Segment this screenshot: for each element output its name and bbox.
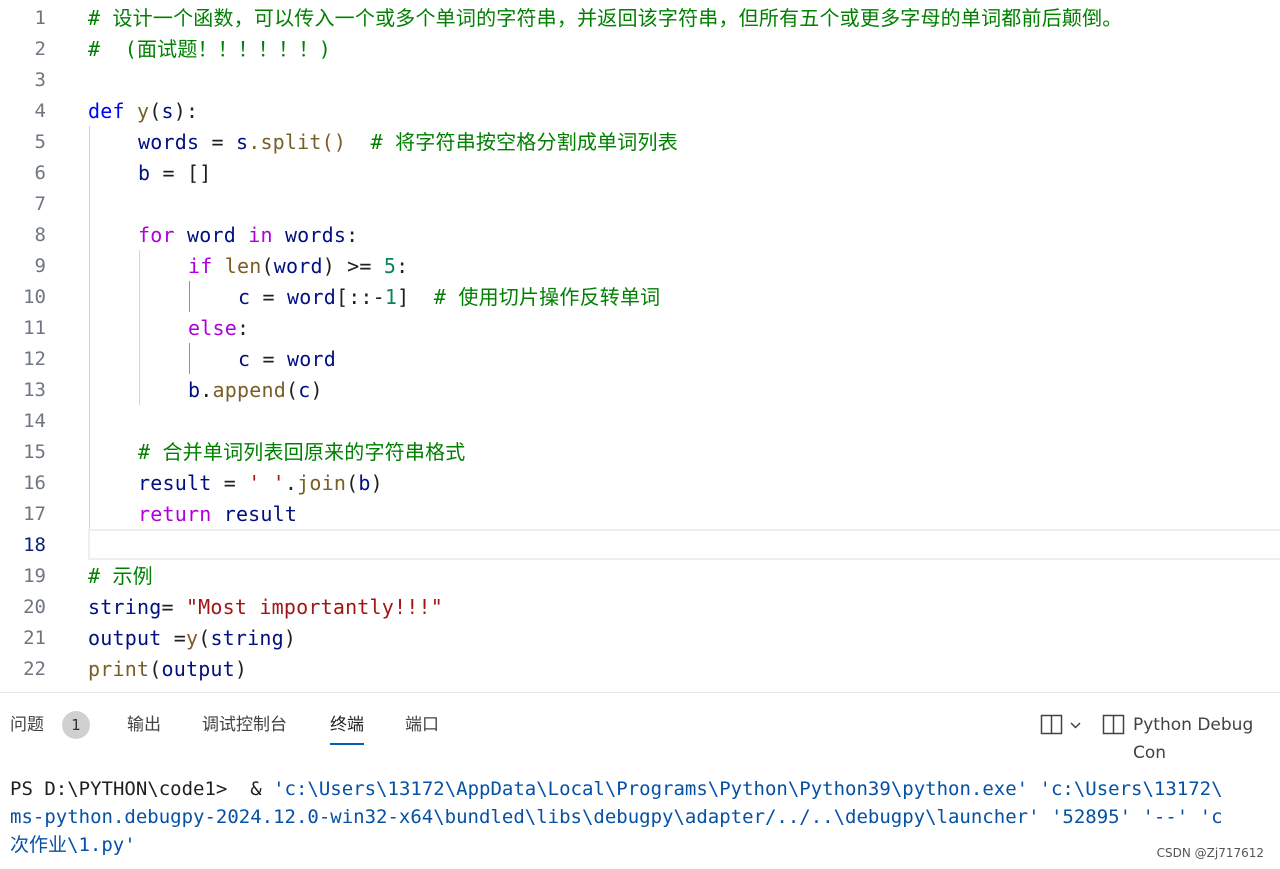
bottom-panel: 问题 1 输出 调试控制台 终端 端口 Python Debug Con PS … — [0, 692, 1280, 869]
code-text: def y(s): — [88, 99, 199, 123]
code-text: return result — [138, 502, 298, 526]
line-number: 18 — [23, 534, 46, 556]
tab-output[interactable]: 输出 — [127, 705, 161, 745]
line-number: 1 — [34, 7, 46, 29]
code-text: b = [] — [138, 161, 212, 185]
watermark: CSDN @Zj717612 — [1154, 846, 1266, 860]
split-terminal-button[interactable] — [1040, 711, 1086, 739]
code-editor[interactable]: 1 # 设计一个函数，可以传入一个或多个单词的字符串，并返回该字符串，但所有五个… — [0, 0, 1280, 692]
line-number: 19 — [23, 565, 46, 587]
code-line[interactable]: 11 else: — [0, 313, 1280, 344]
terminal-panel-icon — [1102, 711, 1128, 739]
code-line[interactable]: 7 — [0, 189, 1280, 220]
line-number: 10 — [23, 286, 46, 308]
line-number: 13 — [23, 379, 46, 401]
line-number: 7 — [34, 193, 46, 215]
line-number: 14 — [23, 410, 46, 432]
code-text: for word in words: — [138, 223, 359, 247]
code-line[interactable]: 9 if len(word) >= 5: — [0, 251, 1280, 282]
line-number: 11 — [23, 317, 46, 339]
code-text: output =y(string) — [88, 626, 297, 650]
code-line[interactable]: 13 b.append(c) — [0, 375, 1280, 406]
code-text: print(output) — [88, 657, 248, 681]
code-line[interactable]: 1 # 设计一个函数，可以传入一个或多个单词的字符串，并返回该字符串，但所有五个… — [0, 3, 1280, 34]
code-text: result = ' '.join(b) — [138, 471, 383, 495]
code-line[interactable]: 3 — [0, 65, 1280, 96]
code-text: string= "Most importantly!!!" — [88, 595, 443, 619]
line-number: 5 — [34, 131, 46, 153]
code-line[interactable]: 2 # (面试题！！！！！！) — [0, 34, 1280, 65]
split-terminal-icon — [1040, 714, 1081, 735]
code-text: words = s.split() # 将字符串按空格分割成单词列表 — [138, 130, 678, 154]
line-number: 16 — [23, 472, 46, 494]
code-line[interactable]: 6 b = [] — [0, 158, 1280, 189]
line-number: 6 — [34, 162, 46, 184]
line-number: 17 — [23, 503, 46, 525]
line-number: 22 — [23, 658, 46, 680]
code-line[interactable]: 20 string= "Most importantly!!!" — [0, 592, 1280, 623]
terminal-line: PS D:\PYTHON\code1> & 'c:\Users\13172\Ap… — [10, 778, 1223, 800]
terminal-panel-icon-svg — [1102, 714, 1125, 735]
code-comment: # 设计一个函数，可以传入一个或多个单词的字符串，并返回该字符串，但所有五个或更… — [88, 6, 1123, 30]
code-comment: # 示例 — [88, 564, 153, 588]
code-text: b.append(c) — [188, 378, 323, 402]
code-line[interactable]: 22 print(output) — [0, 654, 1280, 685]
terminal-line: ms-python.debugpy-2024.12.0-win32-x64\bu… — [10, 806, 1223, 828]
code-line[interactable]: 4 def y(s): — [0, 96, 1280, 127]
terminal-name[interactable]: Python Debug Con — [1133, 711, 1280, 763]
code-line[interactable]: 5 words = s.split() # 将字符串按空格分割成单词列表 — [0, 127, 1280, 158]
tab-problems[interactable]: 问题 — [10, 705, 44, 745]
line-number: 4 — [34, 100, 46, 122]
tab-ports[interactable]: 端口 — [405, 705, 439, 745]
code-text: if len(word) >= 5: — [188, 254, 409, 278]
line-number: 15 — [23, 441, 46, 463]
line-number: 12 — [23, 348, 46, 370]
tab-terminal[interactable]: 终端 — [330, 705, 364, 745]
code-line[interactable]: 12 c = word — [0, 344, 1280, 375]
code-line[interactable]: 10 c = word[::-1] # 使用切片操作反转单词 — [0, 282, 1280, 313]
code-comment: # 合并单词列表回原来的字符串格式 — [138, 440, 466, 464]
code-comment: # (面试题！！！！！！) — [88, 37, 332, 61]
tab-debug-console[interactable]: 调试控制台 — [202, 705, 287, 745]
line-number: 2 — [34, 38, 46, 60]
code-line[interactable]: 15 # 合并单词列表回原来的字符串格式 — [0, 437, 1280, 468]
code-line[interactable]: 14 — [0, 406, 1280, 437]
code-line[interactable]: 21 output =y(string) — [0, 623, 1280, 654]
line-number: 21 — [23, 627, 46, 649]
line-number: 3 — [34, 69, 46, 91]
code-text: else: — [188, 316, 250, 340]
code-line[interactable]: 16 result = ' '.join(b) — [0, 468, 1280, 499]
line-number: 20 — [23, 596, 46, 618]
line-number: 9 — [34, 255, 46, 277]
terminal-line: 次作业\1.py' — [10, 834, 136, 856]
line-number: 8 — [34, 224, 46, 246]
code-text: c = word[::-1] # 使用切片操作反转单词 — [238, 285, 661, 309]
code-line-current[interactable]: 18 — [0, 530, 1280, 561]
code-line[interactable]: 8 for word in words: — [0, 220, 1280, 251]
problems-count-badge: 1 — [62, 711, 90, 739]
code-text: c = word — [238, 347, 336, 371]
code-line[interactable]: 19 # 示例 — [0, 561, 1280, 592]
code-line[interactable]: 17 return result — [0, 499, 1280, 530]
